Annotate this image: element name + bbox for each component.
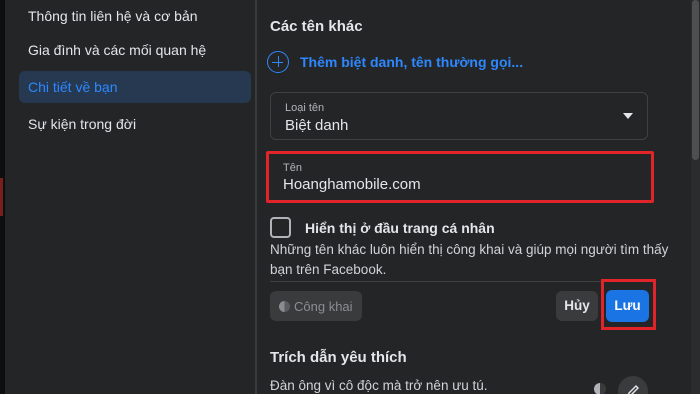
- name-type-select[interactable]: Loại tên Biệt danh: [270, 92, 648, 140]
- add-nickname-link[interactable]: Thêm biệt danh, tên thường gọi...: [267, 50, 523, 74]
- sidebar-item-life-events[interactable]: Sự kiện trong đời: [19, 108, 251, 140]
- show-on-profile-checkbox[interactable]: [270, 217, 291, 238]
- sidebar-item-label: Thông tin liên hệ và cơ bản: [28, 8, 198, 24]
- add-nickname-label: Thêm biệt danh, tên thường gọi...: [300, 54, 524, 70]
- globe-icon[interactable]: [594, 383, 606, 394]
- show-on-profile-label: Hiển thị ở đầu trang cá nhân: [305, 220, 495, 236]
- name-type-label: Loại tên: [285, 102, 325, 114]
- globe-icon: [279, 300, 290, 312]
- name-field[interactable]: Tên Hoanghamobile.com: [266, 151, 654, 203]
- sidebar-item-contact-basic[interactable]: Thông tin liên hệ và cơ bản: [19, 0, 251, 32]
- audience-label: Công khai: [294, 298, 353, 314]
- save-button[interactable]: Lưu: [606, 290, 649, 322]
- favorite-quote-text: Đàn ông vì cô độc mà trở nên ưu tú.: [270, 378, 488, 393]
- details-panel: Các tên khác Thêm biệt danh, tên thường …: [257, 0, 691, 394]
- scrollbar-thumb[interactable]: [692, 0, 699, 160]
- caret-down-icon: [623, 113, 633, 119]
- name-type-value: Biệt danh: [285, 117, 349, 134]
- sidebar-item-family-relationships[interactable]: Gia đình và các mối quan hệ: [19, 34, 251, 66]
- other-names-helper-text: Những tên khác luôn hiển thị công khai v…: [270, 242, 669, 277]
- name-field-value[interactable]: Hoanghamobile.com: [283, 176, 421, 193]
- sidebar-item-label: Gia đình và các mối quan hệ: [28, 42, 207, 58]
- form-divider: [270, 281, 648, 282]
- about-sidebar: Thông tin liên hệ và cơ bản Gia đình và …: [5, 0, 255, 394]
- sidebar-item-label: Chi tiết về bạn: [28, 79, 118, 95]
- pencil-icon: [627, 385, 639, 394]
- edit-quote-button[interactable]: [618, 376, 648, 394]
- plus-circle-icon: [267, 51, 289, 73]
- name-field-label: Tên: [283, 162, 302, 174]
- cancel-button[interactable]: Hủy: [556, 291, 598, 321]
- favorite-quotes-title: Trích dẫn yêu thích: [270, 349, 407, 366]
- edge-marker: [0, 178, 3, 216]
- sidebar-item-details-about-you[interactable]: Chi tiết về bạn: [19, 71, 251, 103]
- audience-selector-button[interactable]: Công khai: [270, 291, 362, 321]
- scrollbar[interactable]: [691, 0, 700, 394]
- sidebar-item-label: Sự kiện trong đời: [28, 116, 137, 132]
- other-names-title: Các tên khác: [270, 18, 363, 35]
